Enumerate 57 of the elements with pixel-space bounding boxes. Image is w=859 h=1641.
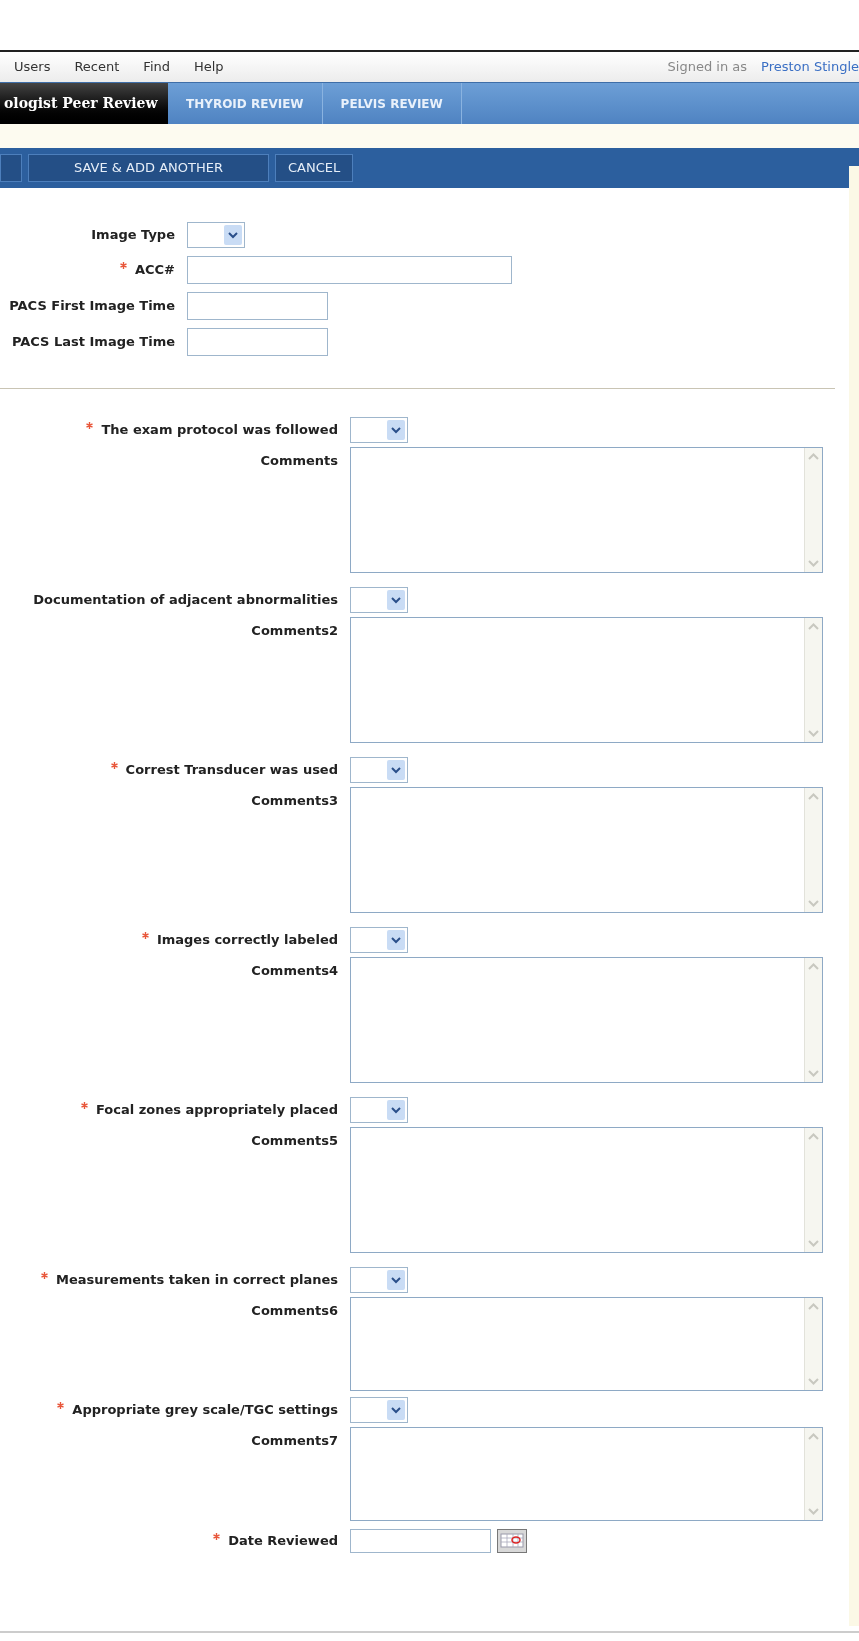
- question-label: Images correctly labeled: [156, 931, 338, 950]
- dropdown[interactable]: [350, 1397, 408, 1423]
- calendar-icon[interactable]: [497, 1529, 527, 1553]
- menu-item[interactable]: Find: [131, 57, 182, 77]
- question-label: The exam protocol was followed: [101, 421, 338, 440]
- chevron-down-icon: [387, 590, 405, 610]
- chevron-down-icon: [387, 1400, 405, 1420]
- comments-textarea[interactable]: [350, 787, 823, 913]
- dropdown[interactable]: [350, 757, 408, 783]
- comments-textarea[interactable]: [350, 617, 823, 743]
- field-label: PACS First Image Time: [9, 297, 175, 316]
- comments-label: Comments5: [251, 1132, 338, 1150]
- chevron-down-icon: [387, 760, 405, 780]
- chevron-down-icon: [387, 1270, 405, 1290]
- comments-label: Comments6: [251, 1302, 338, 1320]
- comments-label: Comments7: [251, 1432, 338, 1450]
- field-label: Date Reviewed: [228, 1532, 338, 1551]
- field-label: Image Type: [91, 226, 175, 245]
- toolbar-button[interactable]: [0, 154, 22, 182]
- question-label: Focal zones appropriately placed: [95, 1101, 338, 1120]
- field-label: ACC#: [134, 261, 175, 280]
- comments-textarea[interactable]: [350, 447, 823, 573]
- comments-label: Comments3: [251, 792, 338, 810]
- tab[interactable]: ologist Peer Review: [0, 83, 168, 124]
- chevron-down-icon: [387, 1100, 405, 1120]
- chevron-down-icon: [387, 930, 405, 950]
- question-label: Measurements taken in correct planes: [55, 1271, 338, 1290]
- dropdown[interactable]: [187, 222, 245, 248]
- dropdown[interactable]: [350, 587, 408, 613]
- text-field[interactable]: [187, 292, 328, 320]
- dropdown[interactable]: [350, 417, 408, 443]
- signed-in-label: Signed in as: [667, 58, 748, 77]
- date-field[interactable]: [350, 1529, 491, 1553]
- toolbar-button[interactable]: SAVE & ADD ANOTHER: [28, 154, 269, 182]
- toolbar-button[interactable]: CANCEL: [275, 154, 354, 182]
- question-label: Correst Transducer was used: [125, 761, 338, 780]
- menu-item[interactable]: Help: [182, 57, 236, 77]
- comments-label: Comments: [260, 452, 338, 470]
- dropdown[interactable]: [350, 927, 408, 953]
- menu-item[interactable]: Users: [0, 57, 63, 77]
- chevron-down-icon: [387, 420, 405, 440]
- chevron-down-icon: [224, 225, 242, 245]
- text-field[interactable]: [187, 256, 512, 284]
- field-label: PACS Last Image Time: [11, 333, 175, 352]
- dropdown[interactable]: [350, 1097, 408, 1123]
- comments-textarea[interactable]: [350, 1427, 823, 1521]
- user-link[interactable]: Preston Stingle: [761, 57, 859, 77]
- question-label: Appropriate grey scale/TGC settings: [72, 1401, 338, 1420]
- comments-label: Comments2: [251, 622, 338, 640]
- question-label: Documentation of adjacent abnormalities: [33, 591, 338, 610]
- comments-label: Comments4: [251, 962, 338, 980]
- comments-textarea[interactable]: [350, 1297, 823, 1391]
- dropdown[interactable]: [350, 1267, 408, 1293]
- menu-item[interactable]: Recent: [62, 57, 132, 77]
- comments-textarea[interactable]: [350, 1127, 823, 1253]
- text-field[interactable]: [187, 328, 328, 356]
- comments-textarea[interactable]: [350, 957, 823, 1083]
